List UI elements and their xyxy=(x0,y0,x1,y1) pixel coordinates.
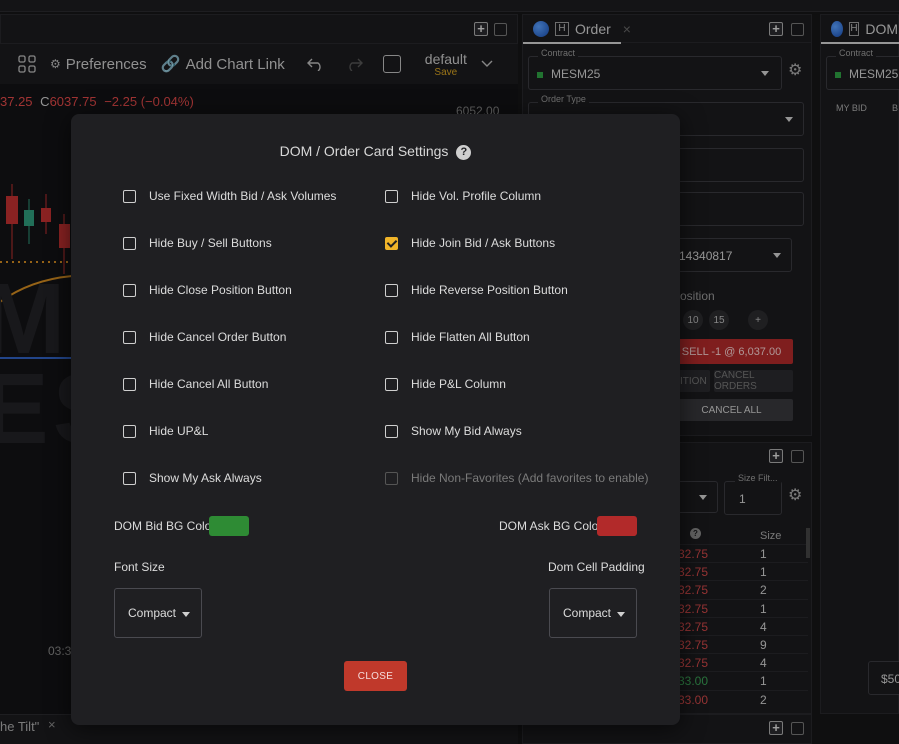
option-label: Show My Ask Always xyxy=(149,471,262,485)
option-label: Hide Flatten All Button xyxy=(411,330,530,344)
chevron-down-icon xyxy=(182,612,190,617)
option-right-1[interactable]: Hide Join Bid / Ask Buttons xyxy=(385,236,555,250)
font-size-label: Font Size xyxy=(114,560,165,574)
option-label: Hide Cancel Order Button xyxy=(149,330,287,344)
font-size-value: Compact xyxy=(128,606,177,620)
bid-color-swatch[interactable] xyxy=(209,516,249,536)
option-left-2[interactable]: Hide Close Position Button xyxy=(123,283,292,297)
option-left-4[interactable]: Hide Cancel All Button xyxy=(123,377,268,391)
option-right-6: Hide Non-Favorites (Add favorites to ena… xyxy=(385,471,648,485)
chevron-down-icon xyxy=(617,612,625,617)
option-label: Hide Cancel All Button xyxy=(149,377,269,391)
checkbox[interactable] xyxy=(123,471,136,485)
cell-padding-label: Dom Cell Padding xyxy=(548,560,645,574)
option-left-3[interactable]: Hide Cancel Order Button xyxy=(123,330,286,344)
font-size-select[interactable]: Compact xyxy=(114,588,202,638)
dom-settings-modal: DOM / Order Card Settings? Use Fixed Wid… xyxy=(71,114,680,725)
option-label: Hide Non-Favorites (Add favorites to ena… xyxy=(411,471,649,485)
option-left-0[interactable]: Use Fixed Width Bid / Ask Volumes xyxy=(123,189,336,203)
checkbox[interactable] xyxy=(385,377,398,391)
option-left-1[interactable]: Hide Buy / Sell Buttons xyxy=(123,236,272,250)
option-label: Use Fixed Width Bid / Ask Volumes xyxy=(149,189,337,203)
cell-padding-value: Compact xyxy=(563,606,612,620)
checkbox[interactable] xyxy=(123,377,136,391)
checkbox[interactable] xyxy=(385,189,398,203)
option-label: Hide P&L Column xyxy=(411,377,506,391)
modal-title-text: DOM / Order Card Settings xyxy=(279,143,449,159)
option-label: Hide UP&L xyxy=(149,424,209,438)
checkbox-checked[interactable] xyxy=(385,236,398,250)
modal-title: DOM / Order Card Settings? xyxy=(71,143,680,160)
help-icon[interactable]: ? xyxy=(456,145,472,160)
checkbox[interactable] xyxy=(123,283,136,297)
bid-color-label: DOM Bid BG Color xyxy=(114,519,216,533)
option-right-4[interactable]: Hide P&L Column xyxy=(385,377,506,391)
trading-app: + ⚙ Preferences 🔗 Add Chart Link default… xyxy=(0,0,899,744)
checkbox[interactable] xyxy=(123,424,136,438)
option-left-5[interactable]: Hide UP&L xyxy=(123,424,208,438)
option-label: Hide Vol. Profile Column xyxy=(411,189,542,203)
checkbox xyxy=(385,471,398,485)
ask-color-swatch[interactable] xyxy=(597,516,637,536)
checkbox[interactable] xyxy=(123,330,136,344)
option-right-5[interactable]: Show My Bid Always xyxy=(385,424,522,438)
option-label: Show My Bid Always xyxy=(411,424,522,438)
checkbox[interactable] xyxy=(123,236,136,250)
checkbox[interactable] xyxy=(385,283,398,297)
option-left-6[interactable]: Show My Ask Always xyxy=(123,471,262,485)
cell-padding-select[interactable]: Compact xyxy=(549,588,637,638)
option-label: Hide Buy / Sell Buttons xyxy=(149,236,272,250)
checkbox[interactable] xyxy=(385,424,398,438)
ask-color-label: DOM Ask BG Color xyxy=(499,519,603,533)
option-label: Hide Join Bid / Ask Buttons xyxy=(411,236,556,250)
option-label: Hide Close Position Button xyxy=(149,283,292,297)
option-right-0[interactable]: Hide Vol. Profile Column xyxy=(385,189,541,203)
option-label: Hide Reverse Position Button xyxy=(411,283,568,297)
checkbox[interactable] xyxy=(123,189,136,203)
option-right-2[interactable]: Hide Reverse Position Button xyxy=(385,283,568,297)
close-button[interactable]: CLOSE xyxy=(344,661,407,691)
option-right-3[interactable]: Hide Flatten All Button xyxy=(385,330,530,344)
checkbox[interactable] xyxy=(385,330,398,344)
